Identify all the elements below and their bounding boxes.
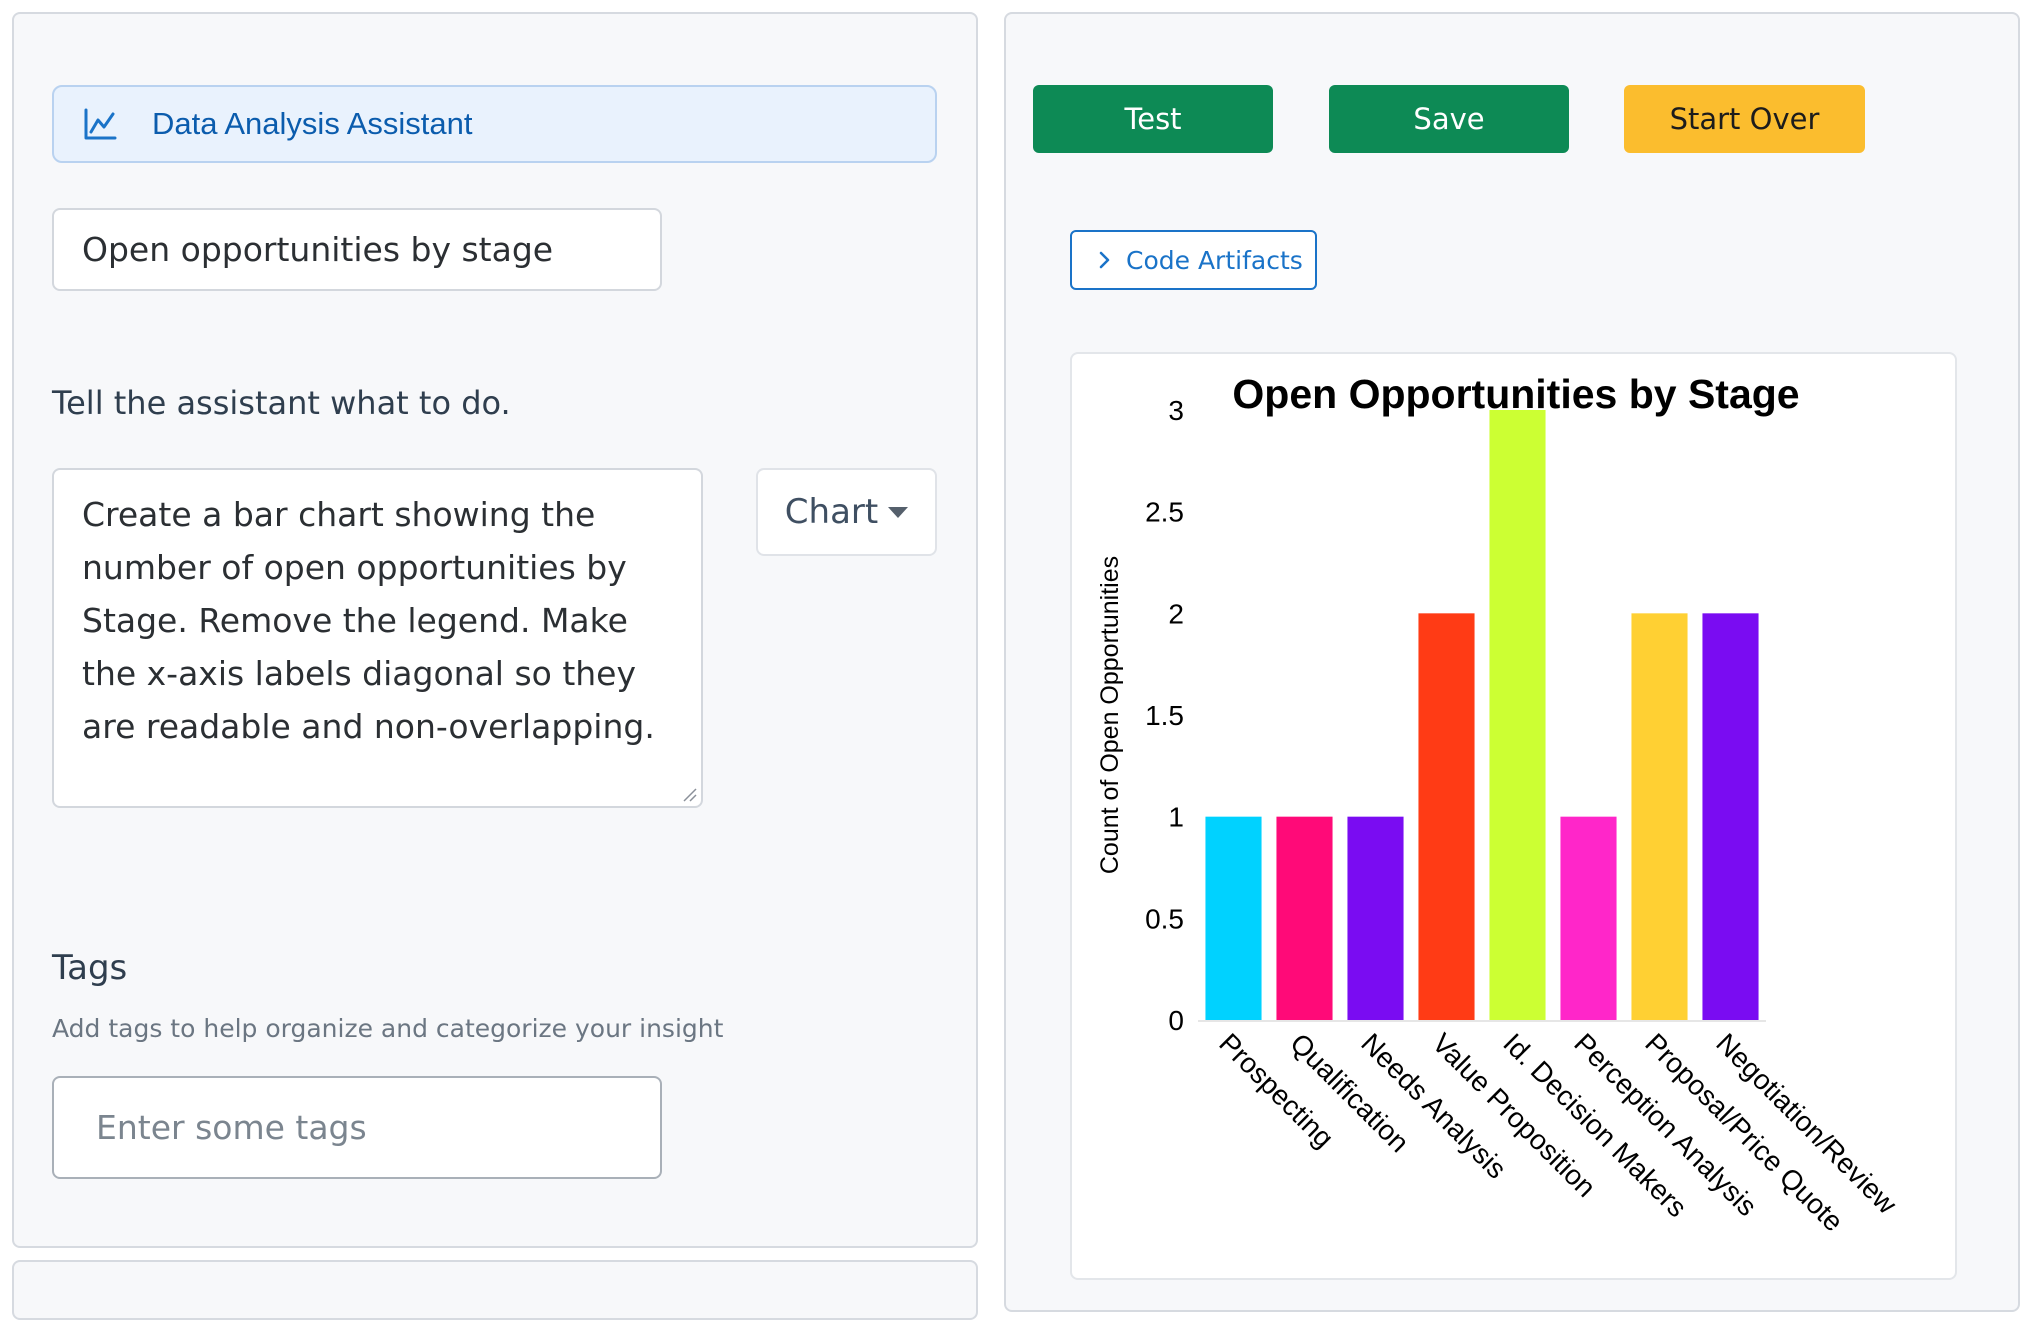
- y-tick-label: 3: [1168, 395, 1184, 426]
- y-tick-label: 1: [1168, 802, 1184, 833]
- y-tick-label: 0.5: [1145, 903, 1184, 934]
- y-tick-label: 0: [1168, 1005, 1184, 1036]
- chart-bar: [1702, 613, 1759, 1020]
- chart-bar: [1276, 816, 1333, 1020]
- prompt-textarea[interactable]: Create a bar chart showing the number of…: [54, 470, 701, 806]
- output-type-select[interactable]: Chart: [756, 468, 937, 556]
- output-type-value: Chart: [784, 492, 879, 532]
- chart-bar: [1489, 410, 1546, 1020]
- start-over-button[interactable]: Start Over: [1624, 85, 1865, 153]
- y-tick-label: 1.5: [1145, 700, 1184, 731]
- code-artifacts-toggle[interactable]: Code Artifacts: [1070, 230, 1317, 290]
- tags-description: Add tags to help organize and categorize…: [52, 1014, 724, 1043]
- tags-field[interactable]: [52, 1076, 662, 1179]
- chevron-right-icon: [1099, 251, 1110, 269]
- tags-heading: Tags: [52, 948, 128, 988]
- chart-bar: [1418, 613, 1475, 1020]
- prompt-field[interactable]: Create a bar chart showing the number of…: [52, 468, 703, 808]
- y-tick-label: 2.5: [1145, 497, 1184, 528]
- test-button[interactable]: Test: [1033, 85, 1273, 153]
- save-button[interactable]: Save: [1329, 85, 1569, 153]
- bar-chart: Open Opportunities by StageCount of Open…: [1096, 371, 1903, 1237]
- secondary-panel: [12, 1260, 978, 1320]
- line-chart-icon: [84, 108, 117, 140]
- y-axis-label: Count of Open Opportunities: [1096, 556, 1124, 874]
- chart-bar: [1560, 816, 1617, 1020]
- resize-handle-icon[interactable]: [681, 786, 697, 802]
- insight-title-field[interactable]: [52, 208, 662, 291]
- chart-bar: [1347, 816, 1404, 1020]
- y-tick-label: 2: [1168, 598, 1184, 629]
- chart-bar: [1205, 816, 1262, 1020]
- chart-card: Open Opportunities by Stage Count of Open…: [1070, 352, 1957, 1280]
- instructions-label: Tell the assistant what to do.: [52, 384, 511, 422]
- chart-bar: [1631, 613, 1688, 1020]
- assistant-selector[interactable]: Data Analysis Assistant: [52, 85, 937, 163]
- assistant-label: Data Analysis Assistant: [152, 106, 473, 141]
- caret-down-icon: [888, 506, 909, 518]
- insight-title-input[interactable]: [54, 210, 660, 289]
- tags-input[interactable]: [54, 1078, 660, 1177]
- code-artifacts-label: Code Artifacts: [1126, 245, 1303, 275]
